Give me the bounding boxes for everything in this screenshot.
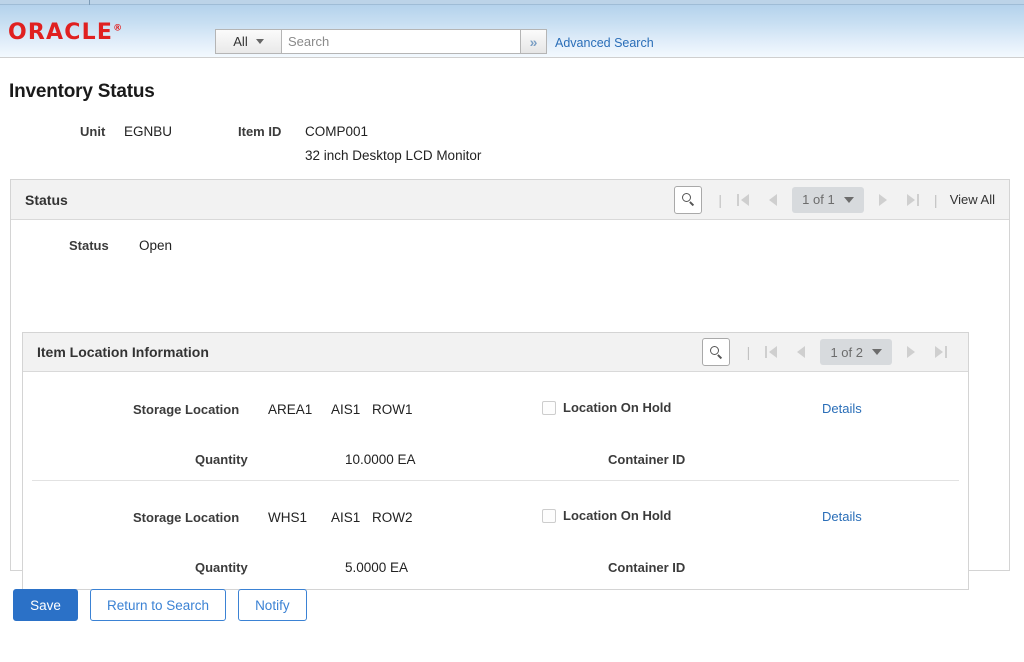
previous-page-icon [797, 346, 806, 358]
item-location-next-page-button[interactable] [896, 339, 926, 365]
status-field-label: Status [69, 238, 109, 253]
storage-location-row: ROW1 [372, 402, 413, 417]
previous-page-icon [769, 193, 778, 206]
status-first-page-button[interactable] [728, 187, 758, 213]
item-location-information-panel: Item Location Information | 1 of 2 Stora… [22, 332, 969, 590]
item-location-page-selector[interactable]: 1 of 2 [820, 339, 892, 365]
next-page-icon [878, 193, 887, 206]
container-id-label: Container ID [608, 452, 686, 467]
storage-location-area: WHS1 [268, 510, 308, 525]
save-button[interactable]: Save [13, 589, 78, 621]
status-prev-page-button[interactable] [758, 187, 788, 213]
quantity-label: Quantity [195, 452, 248, 467]
location-on-hold-label: Location On Hold [563, 400, 672, 415]
pager-separator-left: | [746, 344, 751, 360]
action-button-bar: Save Return to Search Notify [13, 589, 307, 621]
item-location-rows: Storage Location AREA1 AIS1 ROW1 Quantit… [23, 372, 968, 588]
item-location-page-label: 1 of 2 [830, 344, 863, 360]
details-link[interactable]: Details [822, 509, 862, 524]
magnifier-icon [681, 193, 695, 206]
status-panel-title: Status [25, 191, 68, 208]
status-last-page-button[interactable] [898, 187, 928, 213]
status-panel-pagination: | 1 of 1 | View All [674, 185, 997, 214]
item-description-text: 32 inch Desktop LCD Monitor [305, 148, 482, 163]
chevron-down-icon [843, 196, 854, 203]
item-location-panel-title: Item Location Information [37, 344, 209, 360]
quantity-value: 5.0000 EA [345, 560, 409, 575]
search-scope-dropdown[interactable]: All [215, 29, 281, 54]
pager-separator-left: | [718, 191, 722, 208]
item-id-label: Item ID [238, 124, 282, 139]
status-panel-header: Status | 1 of 1 | View All [11, 180, 1009, 220]
chevron-down-icon [872, 349, 882, 355]
item-location-panel-header: Item Location Information | 1 of 2 [23, 333, 968, 372]
oracle-logo-text: ORACLE [8, 20, 114, 45]
item-location-last-page-button[interactable] [926, 339, 956, 365]
table-row: Storage Location WHS1 AIS1 ROW2 Quantity… [23, 480, 968, 588]
location-on-hold-checkbox[interactable] [542, 509, 556, 523]
storage-location-aisle: AIS1 [331, 402, 361, 417]
storage-location-label: Storage Location [133, 402, 240, 417]
location-on-hold-checkbox[interactable] [542, 401, 556, 415]
item-location-first-page-button[interactable] [756, 339, 786, 365]
quantity-value: 10.0000 EA [345, 452, 416, 467]
status-field-row: Status Open [11, 220, 1009, 276]
status-find-button[interactable] [674, 185, 703, 214]
status-panel-body: Status Open Item Location Information | [11, 220, 1009, 590]
oracle-header: ORACLE® All » Advanced Search [0, 5, 1024, 58]
first-page-icon [765, 346, 768, 358]
status-page-selector[interactable]: 1 of 1 [792, 186, 864, 213]
storage-location-aisle: AIS1 [331, 510, 361, 525]
oracle-logo: ORACLE® [8, 20, 122, 45]
details-link[interactable]: Details [822, 401, 862, 416]
first-page-icon [737, 193, 740, 206]
storage-location-label: Storage Location [133, 510, 240, 525]
item-id-value: COMP001 [305, 124, 369, 139]
location-on-hold-label: Location On Hold [563, 508, 672, 523]
search-submit-button[interactable]: » [521, 29, 547, 54]
unit-label: Unit [80, 124, 106, 139]
quantity-label: Quantity [195, 560, 248, 575]
status-panel: Status | 1 of 1 | View All Status Open I… [10, 179, 1010, 590]
notify-button[interactable]: Notify [238, 589, 307, 621]
item-location-pagination: | 1 of 2 [702, 338, 956, 366]
global-search-bar: All » [215, 29, 547, 54]
magnifier-icon [709, 345, 723, 359]
double-chevron-right-icon: » [529, 33, 538, 50]
status-page-label: 1 of 1 [802, 192, 835, 207]
row-divider [32, 480, 959, 481]
registered-trademark-icon: ® [113, 23, 123, 34]
next-page-icon [907, 346, 915, 358]
advanced-search-link[interactable]: Advanced Search [555, 36, 654, 50]
item-location-find-button[interactable] [702, 338, 731, 366]
status-view-all-link[interactable]: View All [950, 192, 995, 207]
unit-value: EGNBU [124, 124, 173, 139]
storage-location-area: AREA1 [268, 402, 313, 417]
search-input[interactable] [281, 29, 521, 54]
last-page-icon [945, 346, 947, 358]
last-page-icon [916, 193, 919, 206]
search-scope-label: All [233, 34, 248, 49]
chevron-down-icon [255, 39, 264, 44]
pager-separator-right: | [933, 191, 938, 208]
storage-location-row: ROW2 [372, 510, 413, 525]
status-field-value: Open [139, 238, 173, 253]
container-id-label: Container ID [608, 560, 686, 575]
status-next-page-button[interactable] [868, 187, 898, 213]
page-title: Inventory Status [9, 81, 155, 102]
table-row: Storage Location AREA1 AIS1 ROW1 Quantit… [23, 372, 968, 480]
return-to-search-button[interactable]: Return to Search [90, 589, 227, 621]
item-location-prev-page-button[interactable] [786, 339, 816, 365]
